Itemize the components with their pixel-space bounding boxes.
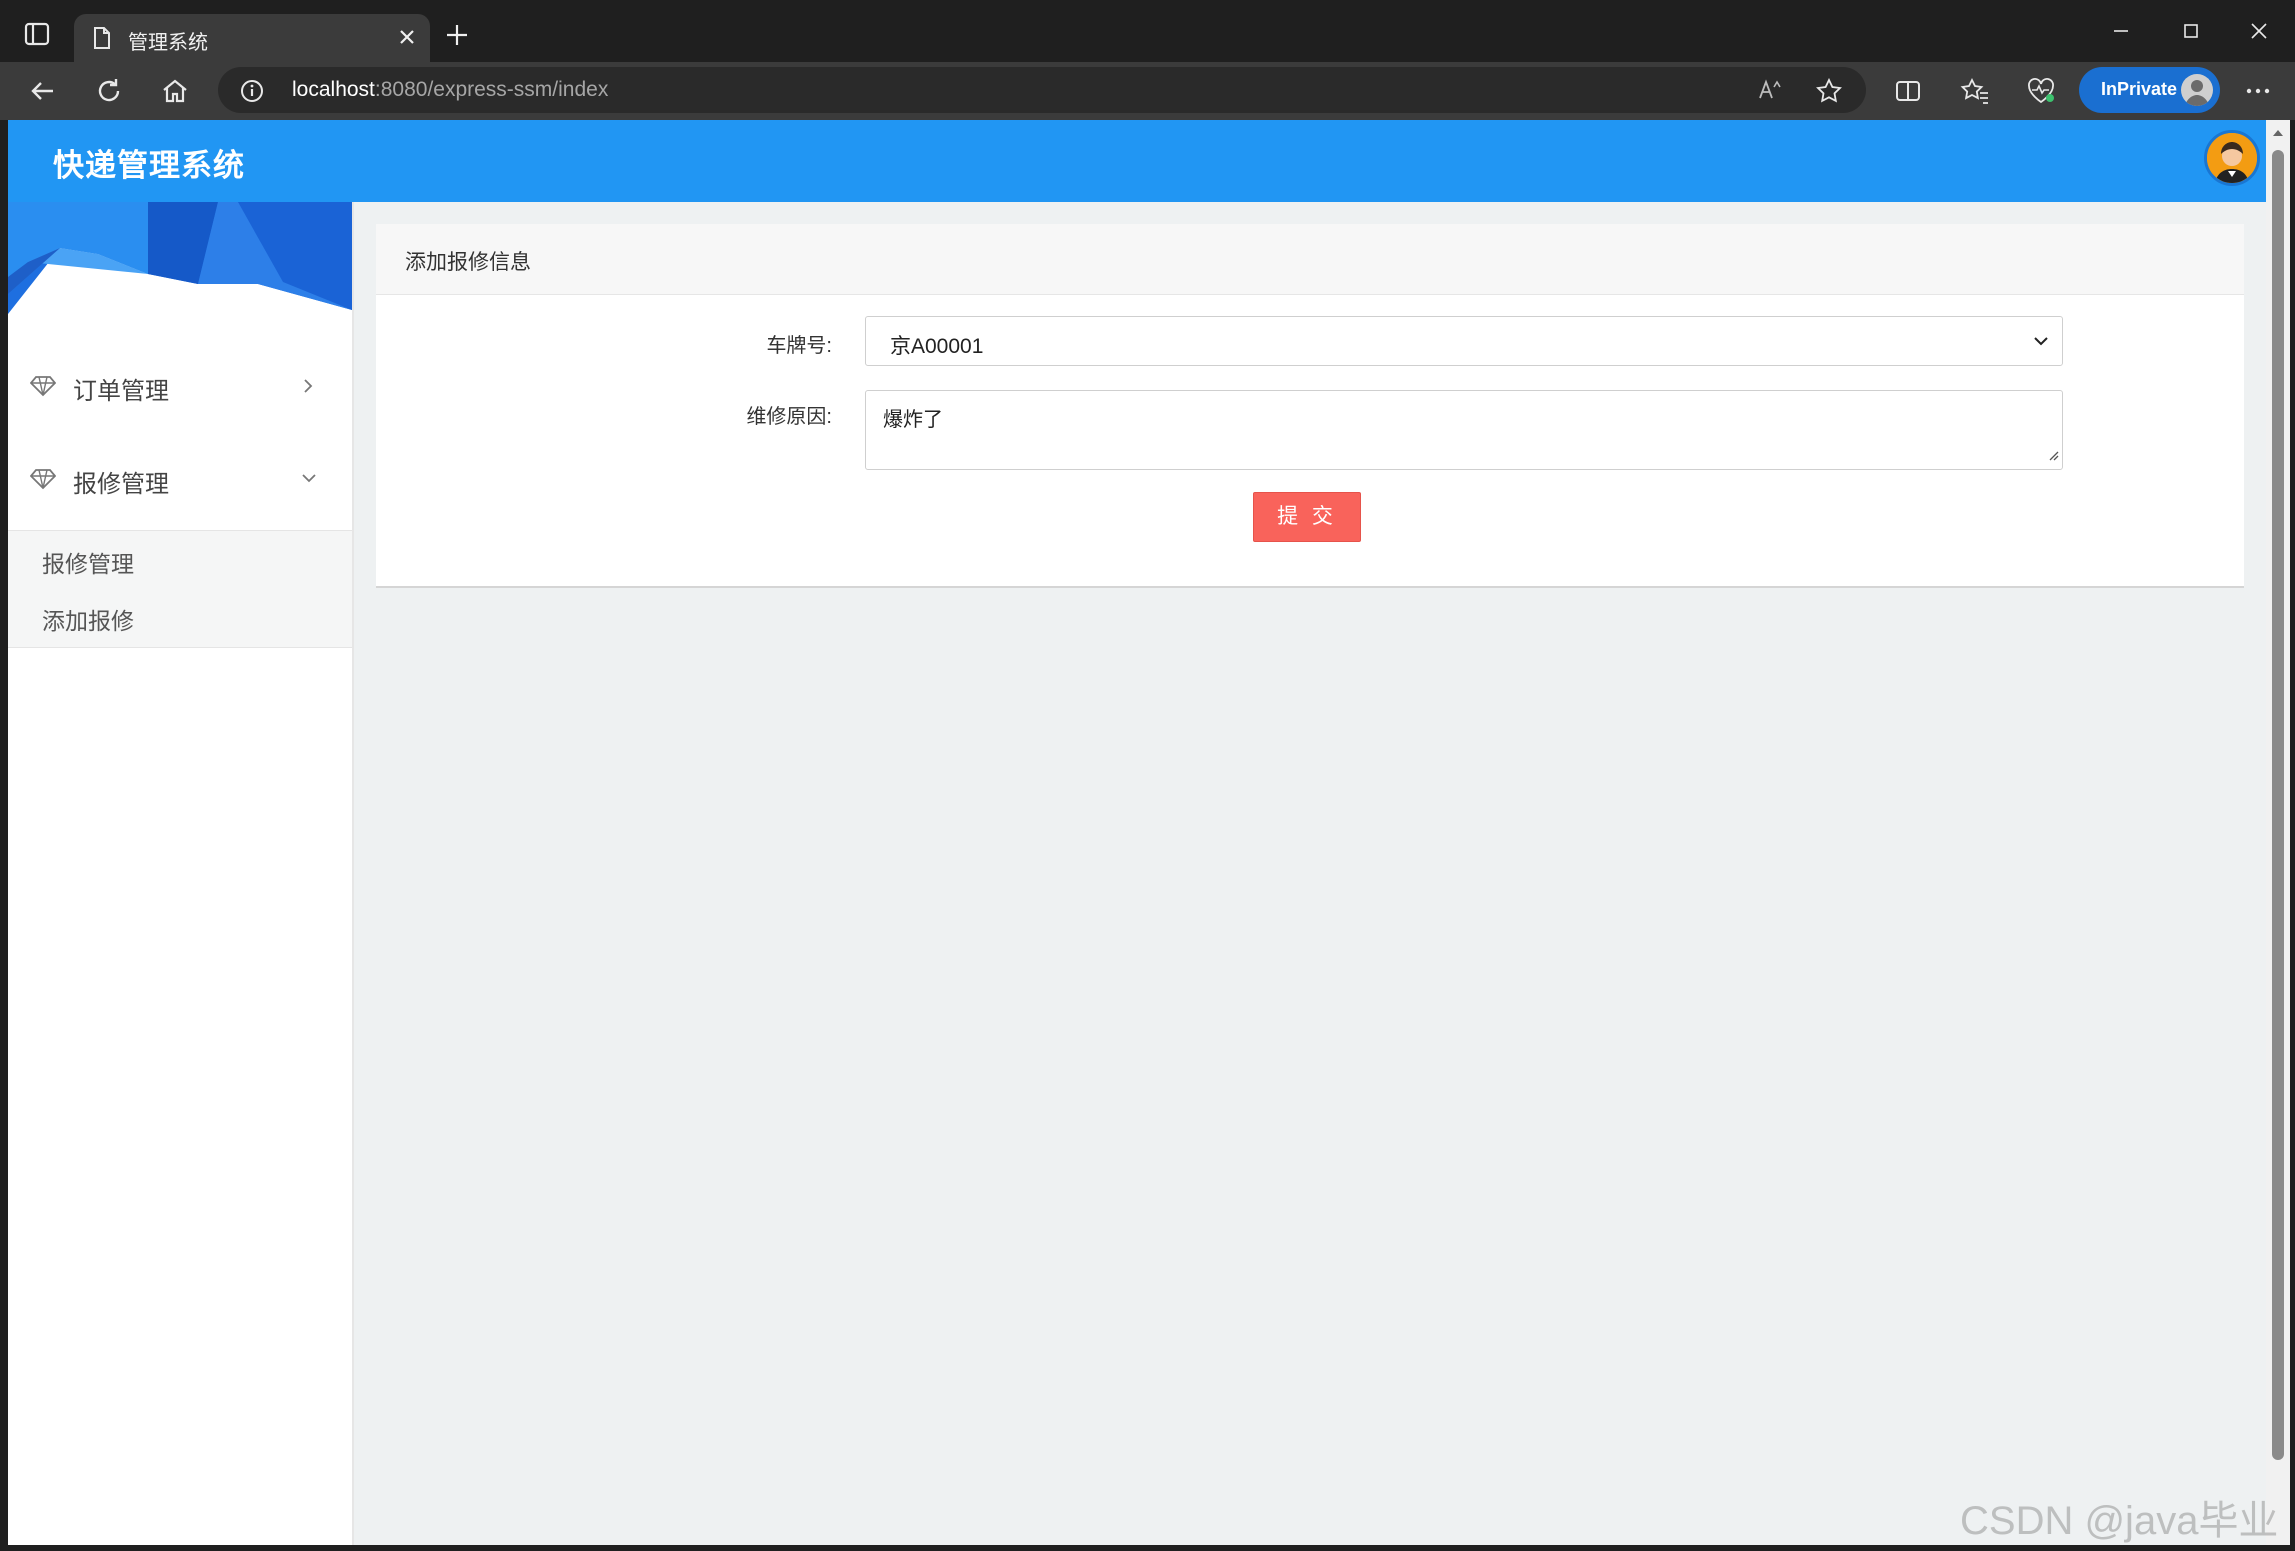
chevron-down-icon <box>2032 334 2050 353</box>
page-scrollbar[interactable] <box>2266 120 2290 1545</box>
browser-essentials-icon[interactable] <box>2026 77 2056 110</box>
plate-label: 车牌号: <box>766 335 832 357</box>
app-header: 快递管理系统 <box>8 120 2266 202</box>
diamond-icon <box>29 468 57 495</box>
chevron-down-icon <box>300 470 318 491</box>
scroll-up-icon[interactable] <box>2272 126 2284 144</box>
new-tab-icon[interactable] <box>444 22 470 53</box>
browser-titlebar: 管理系统 <box>0 0 2295 62</box>
profile-avatar-icon <box>2181 74 2213 106</box>
refresh-icon[interactable] <box>94 76 124 111</box>
reason-text: 爆炸了 <box>883 409 943 431</box>
tab-actions-icon[interactable] <box>24 22 52 48</box>
resize-grip-icon[interactable] <box>2047 448 2059 466</box>
diamond-icon <box>29 375 57 402</box>
menu-repair-management[interactable]: 报修管理 <box>8 444 352 514</box>
reason-label: 维修原因: <box>746 406 832 428</box>
plate-select-value: 京A00001 <box>890 335 984 358</box>
tab-title: 管理系统 <box>128 32 208 54</box>
maximize-icon[interactable] <box>2178 18 2204 49</box>
split-screen-icon[interactable] <box>1894 77 1922 110</box>
chevron-right-icon <box>300 377 316 400</box>
favorites-icon[interactable] <box>1960 77 1990 110</box>
page-viewport: 快递管理系统 订单管理 报修管理 报修管理 添加报修 添加报修信息 车牌号: 京… <box>8 120 2266 1545</box>
browser-toolbar: localhost:8080/express-ssm/index InPriva… <box>0 62 2295 120</box>
inprivate-label: InPrivate <box>2101 79 2178 99</box>
site-info-icon[interactable] <box>240 79 264 108</box>
card-title: 添加报修信息 <box>405 251 531 274</box>
close-tab-icon[interactable] <box>396 26 418 53</box>
menu-order-management[interactable]: 订单管理 <box>8 351 352 421</box>
repair-submenu: 报修管理 添加报修 <box>8 530 352 648</box>
page-icon <box>92 26 112 55</box>
read-aloud-icon[interactable] <box>1758 78 1784 107</box>
app-title: 快递管理系统 <box>53 148 245 183</box>
card-header: 添加报修信息 <box>376 224 2244 295</box>
scrollbar-thumb[interactable] <box>2272 150 2284 1460</box>
minimize-icon[interactable] <box>2108 18 2134 49</box>
submenu-item-repair-list[interactable]: 报修管理 <box>42 545 134 579</box>
favorite-star-icon[interactable] <box>1816 77 1842 109</box>
back-icon[interactable] <box>28 76 58 111</box>
menu-label: 报修管理 <box>73 471 169 498</box>
inprivate-badge[interactable]: InPrivate <box>2079 67 2220 113</box>
address-bar[interactable]: localhost:8080/express-ssm/index <box>218 67 1866 113</box>
browser-tab[interactable]: 管理系统 <box>74 14 430 62</box>
plate-select[interactable]: 京A00001 <box>865 316 2063 366</box>
more-options-icon[interactable] <box>2244 77 2272 110</box>
home-icon[interactable] <box>160 76 190 111</box>
sidebar: 订单管理 报修管理 报修管理 添加报修 <box>8 202 354 1545</box>
user-avatar-icon[interactable] <box>2204 130 2260 186</box>
menu-label: 订单管理 <box>73 378 169 405</box>
sidebar-banner <box>8 202 352 314</box>
close-window-icon[interactable] <box>2246 18 2272 49</box>
reason-textarea[interactable]: 爆炸了 <box>865 390 2063 470</box>
submit-button[interactable]: 提 交 <box>1253 492 1361 542</box>
watermark: CSDN @java毕业 <box>1960 1499 2279 1543</box>
add-repair-card: 添加报修信息 车牌号: 京A00001 维修原因: 爆炸了 提 交 <box>376 224 2244 588</box>
submenu-item-add-repair[interactable]: 添加报修 <box>42 602 134 636</box>
url-text[interactable]: localhost:8080/express-ssm/index <box>292 78 608 102</box>
